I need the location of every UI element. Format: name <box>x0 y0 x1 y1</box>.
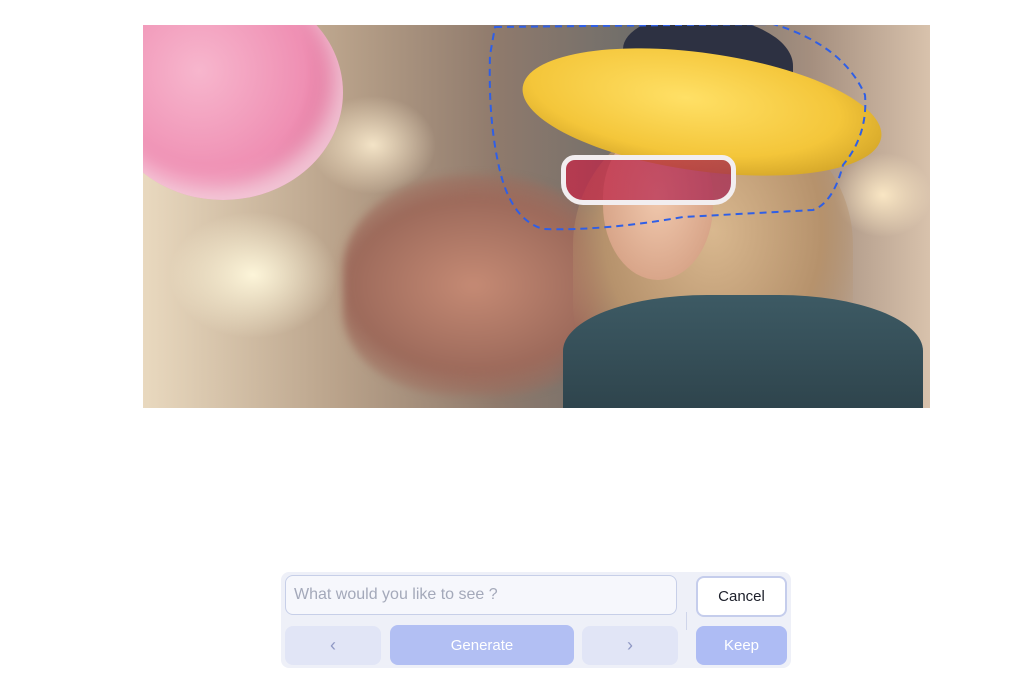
next-button[interactable]: › <box>582 626 678 665</box>
chevron-right-icon: › <box>627 635 633 655</box>
pink-bubble-image <box>143 25 343 200</box>
sunglasses-image <box>561 155 736 205</box>
prompt-panel: Cancel ‹ Generate › Keep <box>281 572 791 668</box>
cancel-button[interactable]: Cancel <box>696 576 787 617</box>
chevron-left-icon: ‹ <box>330 635 336 655</box>
panel-divider <box>686 612 687 630</box>
previous-button[interactable]: ‹ <box>285 626 381 665</box>
jacket-image <box>563 295 923 408</box>
generate-button[interactable]: Generate <box>390 625 574 665</box>
keep-button[interactable]: Keep <box>696 626 787 665</box>
editor-stage: Cancel ‹ Generate › Keep <box>0 0 1024 676</box>
image-canvas[interactable] <box>143 25 930 408</box>
prompt-input[interactable] <box>285 575 677 615</box>
